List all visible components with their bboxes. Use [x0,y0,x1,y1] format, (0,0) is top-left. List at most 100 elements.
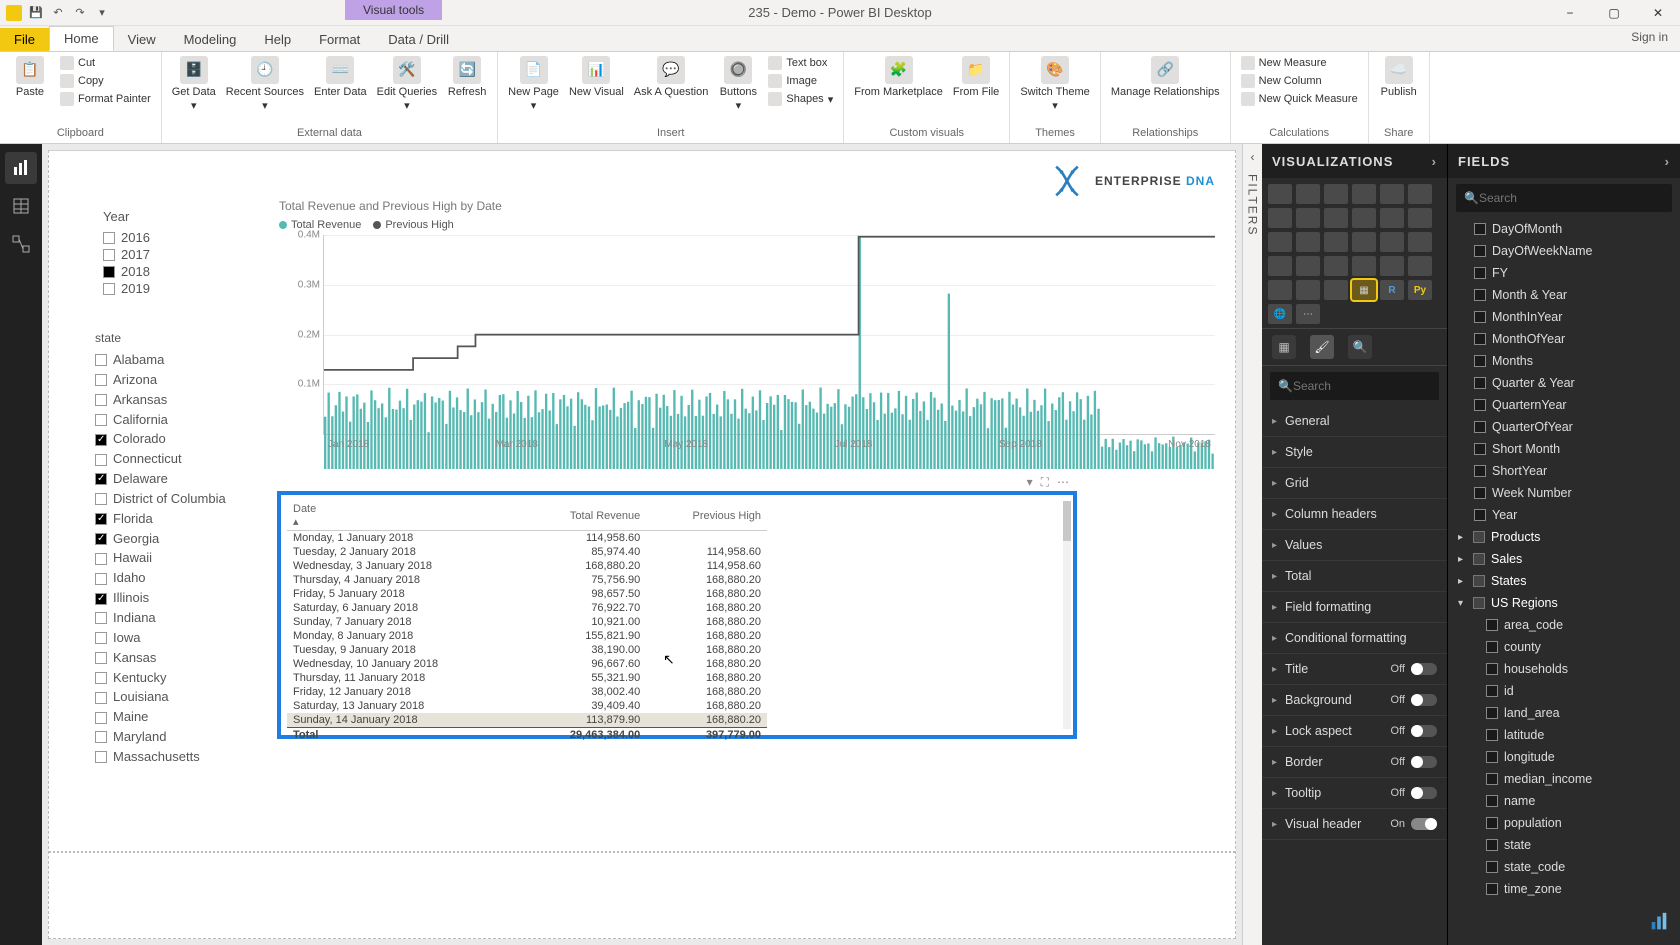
report-view-button[interactable] [5,152,37,184]
new-visual-button[interactable]: 📊New Visual [569,56,624,98]
state-option[interactable]: Maryland [95,728,226,747]
close-button[interactable]: ✕ [1636,0,1680,26]
year-option[interactable]: 2017 [103,247,150,262]
table-row[interactable]: Friday, 5 January 201898,657.50168,880.2… [287,587,767,601]
visual-type-tile[interactable] [1268,280,1292,300]
format-card[interactable]: ▸Grid [1262,468,1447,499]
undo-icon[interactable]: ↶ [50,5,66,21]
visual-type-tile[interactable] [1380,232,1404,252]
fields-field[interactable]: time_zone [1448,878,1680,900]
state-option[interactable]: Georgia [95,530,226,549]
format-card[interactable]: ▸Lock aspectOff [1262,716,1447,747]
visual-type-tile[interactable] [1268,232,1292,252]
toggle[interactable]: Off [1391,787,1437,799]
collapse-viz-pane-icon[interactable]: › [1432,154,1437,169]
fields-field[interactable]: MonthInYear [1448,306,1680,328]
scrollbar-thumb[interactable] [1063,501,1071,541]
filters-pane-collapsed[interactable]: ‹ FILTERS [1242,144,1262,945]
tab-format[interactable]: Format [305,28,374,51]
visual-type-tile[interactable] [1324,184,1348,204]
visual-type-tile[interactable] [1380,184,1404,204]
table-row[interactable]: Wednesday, 10 January 201896,667.60168,8… [287,657,767,671]
table-row[interactable]: Monday, 1 January 2018114,958.60 [287,531,767,546]
format-card[interactable]: ▸Total [1262,561,1447,592]
fields-field[interactable]: id [1448,680,1680,702]
report-page[interactable]: ENTERPRISE DNA Year 2016201720182019 sta… [48,150,1236,939]
visual-type-tile[interactable] [1324,232,1348,252]
visual-type-tile[interactable] [1296,256,1320,276]
format-card[interactable]: ▸BorderOff [1262,747,1447,778]
visual-type-tile[interactable] [1408,208,1432,228]
minimize-button[interactable]: − [1548,0,1592,26]
state-option[interactable]: Kansas [95,649,226,668]
format-painter-button[interactable]: Format Painter [60,92,151,106]
visual-type-tile[interactable] [1352,208,1376,228]
table-row[interactable]: Saturday, 13 January 201839,409.40168,88… [287,699,767,713]
slicer-state[interactable]: state AlabamaArizonaArkansasCaliforniaCo… [95,331,226,768]
format-card[interactable]: ▸Values [1262,530,1447,561]
visual-type-tile[interactable] [1296,208,1320,228]
state-option[interactable]: Arizona [95,371,226,390]
save-icon[interactable]: 💾 [28,5,44,21]
state-option[interactable]: Connecticut [95,450,226,469]
fields-search[interactable]: 🔍 [1456,184,1672,212]
slicer-year[interactable]: Year 2016201720182019 [103,209,150,298]
fields-field[interactable]: Month & Year [1448,284,1680,306]
format-card[interactable]: ▸BackgroundOff [1262,685,1447,716]
format-card[interactable]: ▸Field formatting [1262,592,1447,623]
format-card[interactable]: ▸Column headers [1262,499,1447,530]
format-card[interactable]: ▸TitleOff [1262,654,1447,685]
toggle[interactable]: Off [1391,694,1437,706]
qat-dropdown-icon[interactable]: ▾ [94,5,110,21]
fields-field[interactable]: county [1448,636,1680,658]
new-page-button[interactable]: 📄New Page▾ [508,56,559,112]
visual-type-tile[interactable]: 🌐 [1268,304,1292,324]
get-data-button[interactable]: 🗄️Get Data▾ [172,56,216,112]
fields-field[interactable]: DayOfMonth [1448,218,1680,240]
textbox-button[interactable]: Text box [768,56,833,70]
col-date[interactable]: Date▴ [287,501,523,531]
fields-field[interactable]: Quarter & Year [1448,372,1680,394]
table-row[interactable]: Wednesday, 3 January 2018168,880.20114,9… [287,559,767,573]
fields-field[interactable]: MonthOfYear [1448,328,1680,350]
switch-theme-button[interactable]: 🎨Switch Theme▾ [1020,56,1090,112]
visual-type-tile[interactable] [1352,184,1376,204]
year-option[interactable]: 2016 [103,230,150,245]
redo-icon[interactable]: ↷ [72,5,88,21]
state-option[interactable]: District of Columbia [95,490,226,509]
visual-type-tile[interactable] [1268,256,1292,276]
fields-table[interactable]: Sales [1448,548,1680,570]
year-option[interactable]: 2019 [103,281,150,296]
more-options-icon[interactable]: ⋯ [1057,475,1069,490]
tab-modeling[interactable]: Modeling [170,28,251,51]
fields-field[interactable]: Short Month [1448,438,1680,460]
copy-button[interactable]: Copy [60,74,151,88]
fields-field[interactable]: Week Number [1448,482,1680,504]
table-row[interactable]: Friday, 12 January 201838,002.40168,880.… [287,685,767,699]
edit-queries-button[interactable]: 🛠️Edit Queries▾ [377,56,438,112]
format-search-input[interactable] [1293,379,1431,393]
fields-well-tab[interactable]: ▦ [1272,335,1296,359]
visual-type-tile[interactable] [1380,208,1404,228]
toggle[interactable]: Off [1391,663,1437,675]
cut-button[interactable]: Cut [60,56,151,70]
focus-mode-icon[interactable]: ⛶ [1041,475,1049,490]
year-option[interactable]: 2018 [103,264,150,279]
col-revenue[interactable]: Total Revenue [523,501,647,531]
table-row[interactable]: Tuesday, 9 January 201838,190.00168,880.… [287,643,767,657]
format-card[interactable]: ▸Conditional formatting [1262,623,1447,654]
fields-field[interactable]: Year [1448,504,1680,526]
format-card[interactable]: ▸Style [1262,437,1447,468]
filter-icon[interactable]: ▾ [1027,475,1033,490]
table-row[interactable]: Tuesday, 2 January 201885,974.40114,958.… [287,545,767,559]
fields-field[interactable]: state_code [1448,856,1680,878]
refresh-button[interactable]: 🔄Refresh [447,56,487,98]
format-card[interactable]: ▸Visual headerOn [1262,809,1447,840]
table-row[interactable]: Sunday, 7 January 201810,921.00168,880.2… [287,615,767,629]
model-view-button[interactable] [5,228,37,260]
tab-view[interactable]: View [114,28,170,51]
visual-type-tile[interactable] [1268,184,1292,204]
state-option[interactable]: Florida [95,510,226,529]
recent-sources-button[interactable]: 🕘Recent Sources▾ [226,56,304,112]
visual-type-tile[interactable]: Py [1408,280,1432,300]
